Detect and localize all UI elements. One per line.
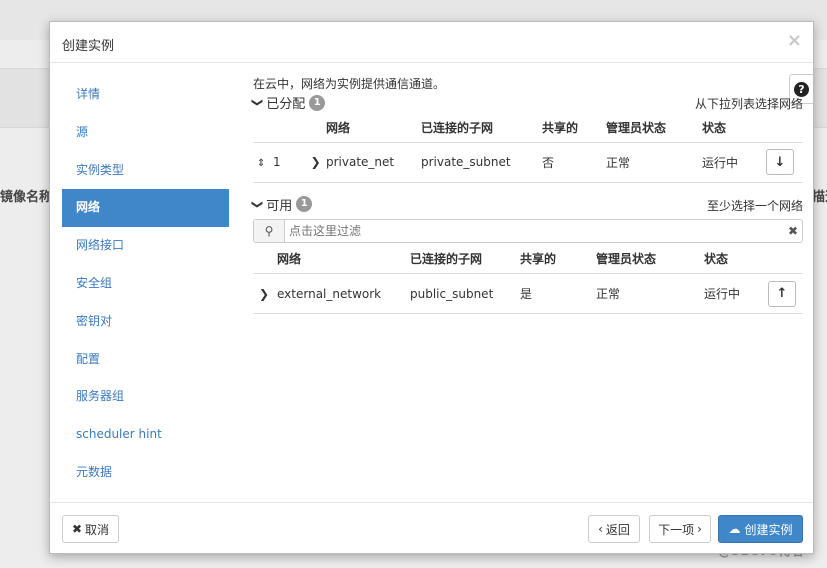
sidebar-item-metadata[interactable]: 元数据 [62, 454, 229, 492]
sidebar-item-network-ports[interactable]: 网络接口 [62, 227, 229, 265]
networks-intro: 在云中，网络为实例提供通信通道。 [253, 77, 446, 91]
column-header-network: 网络 [326, 120, 351, 135]
table-row: ❯ external_network public_subnet 是 正常 运行… [253, 273, 803, 314]
launch-instance-modal: 创建实例 × 详情 源 实例类型 网络 网络接口 安全组 密钥对 配置 服务器组… [49, 21, 814, 554]
sidebar-item-networks[interactable]: 网络 [62, 189, 229, 228]
available-title: 可用 [266, 198, 293, 214]
filter-box: ⚲ ✖ [253, 218, 803, 243]
sort-handle-icon[interactable]: ⇕ [257, 158, 265, 169]
sidebar-item-flavor[interactable]: 实例类型 [62, 152, 229, 190]
cell-shared: 是 [520, 273, 596, 314]
sidebar-item-source[interactable]: 源 [62, 114, 229, 152]
column-header-status: 状态 [702, 120, 727, 135]
available-table: 网络 已连接的子网 共享的 管理员状态 状态 ❯ external_networ… [253, 245, 803, 314]
column-header-subnet: 已连接的子网 [421, 120, 494, 135]
cell-subnet: public_subnet [410, 273, 520, 314]
cell-subnet: private_subnet [421, 141, 542, 183]
deallocate-button[interactable]: ↓ [766, 149, 794, 175]
search-icon: ⚲ [254, 219, 285, 242]
allocated-count-badge: 1 [309, 94, 326, 111]
cell-status: 运行中 [702, 141, 766, 183]
filter-input[interactable] [285, 219, 784, 242]
sidebar-item-security-groups[interactable]: 安全组 [62, 265, 229, 303]
networks-panel: 在云中，网络为实例提供通信通道。 ❯ 已分配 1 从下拉列表选择网络 网络 已连… [251, 75, 803, 314]
allocated-toggle[interactable]: ❯ 已分配 1 [251, 93, 326, 112]
cell-admin-state: 正常 [596, 273, 704, 314]
modal-title: 创建实例 [62, 39, 115, 54]
row-order: 1 [273, 155, 281, 169]
cell-network: external_network [277, 273, 410, 314]
available-count-badge: 1 [296, 196, 313, 212]
column-header-shared: 共享的 [542, 120, 579, 135]
cell-shared: 否 [542, 141, 606, 183]
modal-header: 创建实例 × [50, 22, 813, 63]
close-icon[interactable]: × [787, 30, 802, 51]
chevron-down-icon: ❯ [251, 199, 265, 209]
chevron-down-icon: ❯ [251, 97, 265, 108]
next-label: 下一项 [658, 522, 695, 537]
sidebar-item-server-groups[interactable]: 服务器组 [62, 378, 229, 416]
table-row: ⇕ 1 ❯ private_net private_subnet 否 正常 运行中… [253, 141, 803, 183]
cancel-label: 取消 [85, 522, 110, 537]
create-instance-label: 创建实例 [744, 522, 793, 537]
cancel-button[interactable]: ✖ 取消 [62, 515, 119, 543]
create-instance-button[interactable]: ☁ 创建实例 [718, 515, 803, 543]
wizard-sidebar: 详情 源 实例类型 网络 网络接口 安全组 密钥对 配置 服务器组 schedu… [62, 76, 229, 492]
column-header-admin-state: 管理员状态 [596, 252, 657, 267]
chevron-right-icon: › [697, 522, 702, 536]
arrow-up-icon: ↑ [776, 286, 788, 301]
clear-icon[interactable]: ✖ [784, 220, 802, 242]
cell-network: private_net [326, 141, 421, 183]
background-column-description: 描述 [812, 190, 827, 205]
sidebar-item-configuration[interactable]: 配置 [62, 341, 229, 379]
next-button[interactable]: 下一项 › [649, 515, 711, 543]
arrow-down-icon: ↓ [774, 154, 786, 170]
allocated-section-header: ❯ 已分配 1 从下拉列表选择网络 [251, 93, 803, 113]
column-header-status: 状态 [704, 252, 729, 267]
cell-admin-state: 正常 [606, 141, 702, 183]
available-section-header: ❯ 可用 1 至少选择一个网络 [251, 195, 803, 215]
column-header-admin-state: 管理员状态 [606, 120, 667, 135]
cell-status: 运行中 [704, 273, 768, 314]
back-button[interactable]: ‹ 返回 [588, 515, 640, 543]
back-label: 返回 [605, 522, 630, 537]
chevron-left-icon: ‹ [598, 522, 603, 536]
column-header-shared: 共享的 [520, 252, 557, 267]
close-icon: ✖ [71, 522, 83, 536]
allocated-title: 已分配 [266, 97, 306, 112]
column-header-subnet: 已连接的子网 [410, 252, 483, 267]
sidebar-item-details[interactable]: 详情 [62, 76, 229, 114]
background-column-image-name: 镜像名称 [0, 190, 53, 205]
allocate-button[interactable]: ↑ [768, 280, 796, 307]
allocated-table: 网络 已连接的子网 共享的 管理员状态 状态 ⇕ 1 ❯ private_net … [253, 113, 803, 183]
chevron-right-icon[interactable]: ❯ [311, 155, 321, 169]
sidebar-item-scheduler-hint[interactable]: scheduler hint [62, 416, 229, 454]
cloud-upload-icon: ☁ [728, 522, 741, 536]
sidebar-item-key-pair[interactable]: 密钥对 [62, 303, 229, 341]
available-toggle[interactable]: ❯ 可用 1 [251, 195, 313, 214]
column-header-network: 网络 [277, 252, 302, 267]
chevron-right-icon[interactable]: ❯ [259, 287, 269, 301]
available-hint: 至少选择一个网络 [706, 198, 803, 213]
modal-footer: ✖ 取消 ‹ 返回 下一项 › ☁ 创建实例 [50, 502, 813, 553]
allocated-hint: 从下拉列表选择网络 [694, 97, 803, 111]
